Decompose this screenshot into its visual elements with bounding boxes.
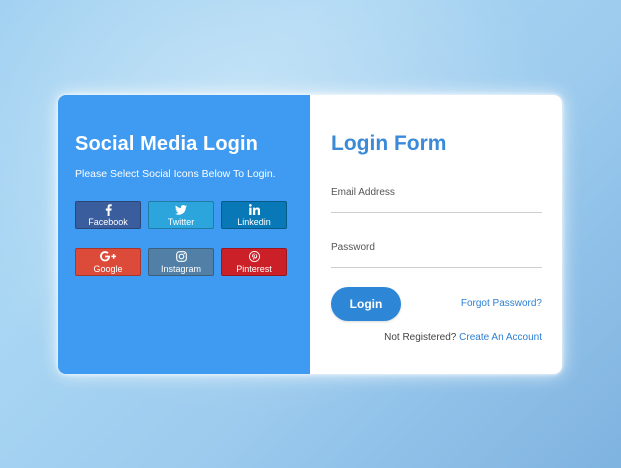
google-login-button[interactable]: Google xyxy=(75,248,141,276)
instagram-label: Instagram xyxy=(160,263,202,274)
google-label: Google xyxy=(93,263,123,274)
google-plus-icon xyxy=(100,251,116,263)
login-form-panel: Login Form Email Address Password Login … xyxy=(310,95,562,374)
password-field[interactable]: Password xyxy=(331,242,542,268)
twitter-icon xyxy=(175,204,187,216)
not-registered-text: Not Registered? xyxy=(384,332,457,343)
twitter-login-button[interactable]: Twitter xyxy=(148,201,214,229)
instagram-login-button[interactable]: Instagram xyxy=(148,248,214,276)
instagram-icon xyxy=(175,251,187,263)
facebook-label: Facebook xyxy=(88,216,128,227)
pinterest-icon xyxy=(248,251,260,263)
pinterest-label: Pinterest xyxy=(236,263,272,274)
twitter-label: Twitter xyxy=(167,216,195,227)
facebook-icon xyxy=(105,203,112,216)
register-prompt: Not Registered? Create An Account xyxy=(384,332,542,344)
social-login-panel: Social Media Login Please Select Social … xyxy=(58,95,310,374)
forgot-password-link[interactable]: Forgot Password? xyxy=(461,298,542,310)
email-field[interactable]: Email Address xyxy=(331,187,542,213)
linkedin-login-button[interactable]: Linkedin xyxy=(221,201,287,229)
linkedin-label: Linkedin xyxy=(237,216,271,227)
social-login-subtitle: Please Select Social Icons Below To Logi… xyxy=(75,168,276,180)
linkedin-icon xyxy=(248,204,260,216)
login-card: Social Media Login Please Select Social … xyxy=(58,95,562,374)
pinterest-login-button[interactable]: Pinterest xyxy=(221,248,287,276)
create-account-link[interactable]: Create An Account xyxy=(459,332,542,343)
login-form-title: Login Form xyxy=(331,132,447,155)
facebook-login-button[interactable]: Facebook xyxy=(75,201,141,229)
social-buttons-grid: Facebook Twitter Linkedin Google Instagr… xyxy=(75,201,287,276)
social-login-title: Social Media Login xyxy=(75,133,258,155)
login-button[interactable]: Login xyxy=(331,287,401,321)
